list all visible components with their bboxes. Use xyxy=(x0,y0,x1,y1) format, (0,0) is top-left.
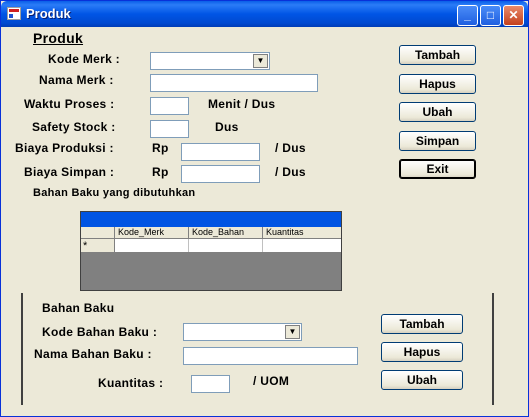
close-button[interactable]: ✕ xyxy=(503,5,524,26)
grid-col-kode-bahan[interactable]: Kode_Bahan xyxy=(189,227,263,239)
grid-cell[interactable] xyxy=(189,239,263,252)
kode-bahan-label: Kode Bahan Baku : xyxy=(42,325,158,339)
minimize-button[interactable]: _ xyxy=(457,5,478,26)
title-bar[interactable]: Produk _ □ ✕ xyxy=(1,1,528,27)
nama-merk-label: Nama Merk : xyxy=(39,73,114,87)
kode-bahan-combo[interactable]: ▼ xyxy=(183,323,302,341)
safety-stock-label: Safety Stock : xyxy=(32,120,116,134)
nama-bahan-label: Nama Bahan Baku : xyxy=(34,347,152,361)
nama-bahan-input[interactable] xyxy=(183,347,358,365)
biaya-produksi-unit: / Dus xyxy=(275,141,306,155)
ubah-bahan-button[interactable]: Ubah xyxy=(381,370,463,390)
new-row-marker: * xyxy=(81,239,115,252)
tambah-button[interactable]: Tambah xyxy=(399,45,476,65)
kuantitas-label: Kuantitas : xyxy=(98,376,164,390)
hapus-bahan-button[interactable]: Hapus xyxy=(381,342,463,362)
chevron-down-icon[interactable]: ▼ xyxy=(253,54,268,68)
safety-stock-input[interactable] xyxy=(150,120,189,138)
exit-button[interactable]: Exit xyxy=(399,159,476,179)
waktu-proses-unit: Menit / Dus xyxy=(208,97,276,111)
tambah-bahan-button[interactable]: Tambah xyxy=(381,314,463,334)
kuantitas-unit: / UOM xyxy=(253,374,290,388)
grid-cell[interactable] xyxy=(115,239,189,252)
kode-merk-label: Kode Merk : xyxy=(48,52,120,66)
chevron-down-icon[interactable]: ▼ xyxy=(285,325,300,339)
biaya-simpan-unit: / Dus xyxy=(275,165,306,179)
frame-right-line xyxy=(492,293,494,405)
app-icon[interactable] xyxy=(7,7,21,20)
simpan-button[interactable]: Simpan xyxy=(399,131,476,151)
waktu-proses-input[interactable] xyxy=(150,97,189,115)
bahan-grid[interactable]: Kode_Merk Kode_Bahan Kuantitas * xyxy=(80,211,342,291)
biaya-simpan-prefix: Rp xyxy=(152,165,169,179)
grid-col-kuantitas[interactable]: Kuantitas xyxy=(263,227,341,239)
ubah-button[interactable]: Ubah xyxy=(399,102,476,122)
bahan-caption: Bahan Baku yang dibutuhkan xyxy=(33,187,196,199)
grid-corner xyxy=(81,227,115,239)
biaya-simpan-label: Biaya Simpan : xyxy=(24,165,115,179)
grid-header: Kode_Merk Kode_Bahan Kuantitas xyxy=(81,227,341,239)
maximize-button[interactable]: □ xyxy=(480,5,501,26)
biaya-produksi-prefix: Rp xyxy=(152,141,169,155)
hapus-button[interactable]: Hapus xyxy=(399,74,476,94)
nama-merk-input[interactable] xyxy=(150,74,318,92)
biaya-simpan-input[interactable] xyxy=(181,165,260,183)
bahan-baku-heading: Bahan Baku xyxy=(42,301,115,315)
kuantitas-input[interactable] xyxy=(191,375,230,393)
produk-window: Produk _ □ ✕ Produk Kode Merk : ▼ Nama M… xyxy=(0,0,529,417)
frame-left-line xyxy=(21,293,23,405)
grid-caption-bar xyxy=(81,212,341,227)
grid-cell[interactable] xyxy=(263,239,341,252)
window-title: Produk xyxy=(26,6,71,21)
safety-stock-unit: Dus xyxy=(215,120,239,134)
produk-heading: Produk xyxy=(33,30,84,46)
waktu-proses-label: Waktu Proses : xyxy=(24,97,115,111)
biaya-produksi-input[interactable] xyxy=(181,143,260,161)
grid-col-kode-merk[interactable]: Kode_Merk xyxy=(115,227,189,239)
table-row[interactable]: * xyxy=(81,239,341,252)
kode-merk-combo[interactable]: ▼ xyxy=(150,52,270,70)
biaya-produksi-label: Biaya Produksi : xyxy=(15,141,114,155)
